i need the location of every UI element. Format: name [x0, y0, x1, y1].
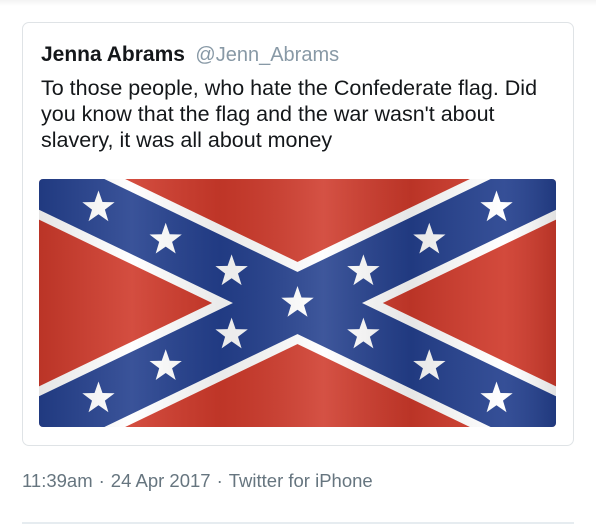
meta-separator: ·: [98, 470, 105, 491]
user-handle[interactable]: @Jenn_Abrams: [195, 44, 339, 66]
confederate-flag-image: [39, 179, 556, 427]
tweet-header: Jenna Abrams @Jenn_Abrams: [41, 43, 339, 67]
tweet-card[interactable]: Jenna Abrams @Jenn_Abrams To those peopl…: [22, 22, 574, 446]
tweet-media-image[interactable]: [39, 179, 556, 427]
tweet-date[interactable]: 24 Apr 2017: [111, 470, 211, 492]
tweet-time[interactable]: 11:39am: [22, 470, 93, 492]
divider: [22, 522, 574, 524]
previous-item-edge: [0, 0, 596, 6]
meta-separator: ·: [216, 470, 223, 491]
tweet-client[interactable]: Twitter for iPhone: [229, 470, 373, 492]
tweet-text: To those people, who hate the Confederat…: [41, 76, 538, 152]
tweet-meta: 11:39am · 24 Apr 2017 · Twitter for iPhone: [22, 470, 373, 492]
flag-wave-shading: [39, 179, 556, 427]
display-name[interactable]: Jenna Abrams: [41, 43, 185, 66]
